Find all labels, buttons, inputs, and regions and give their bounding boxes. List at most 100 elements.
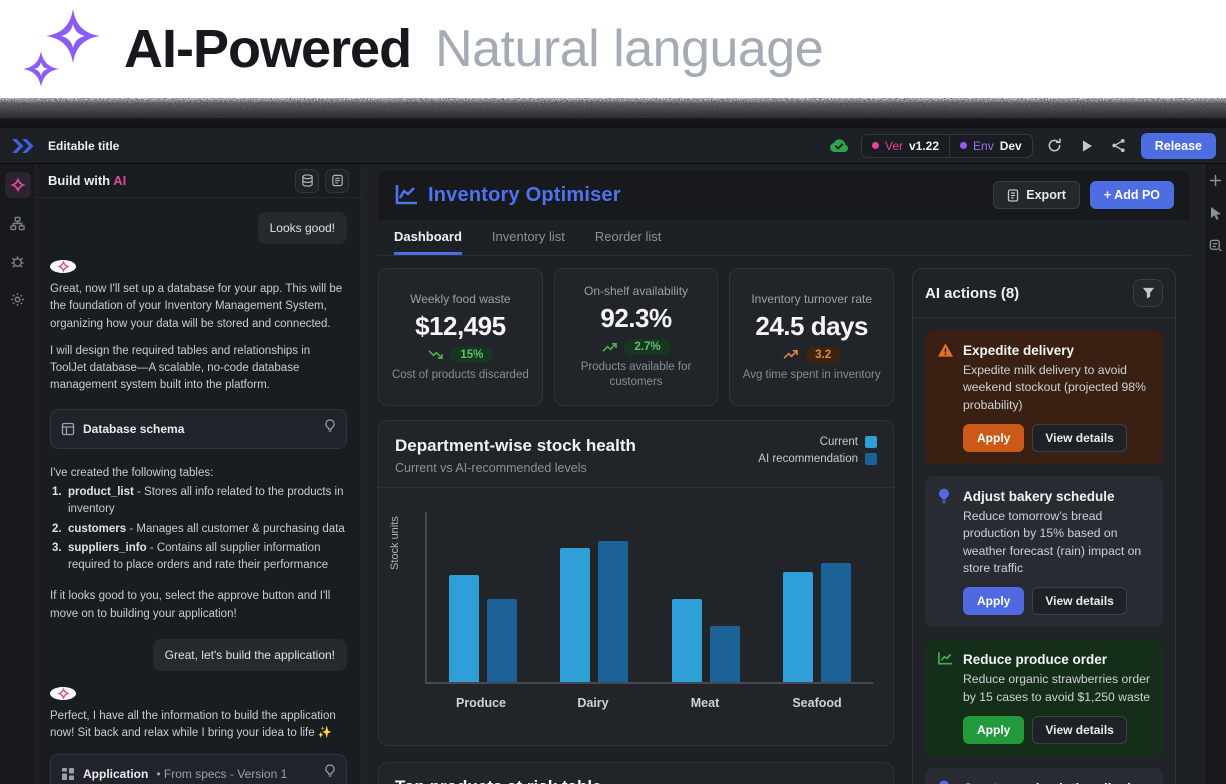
share-icon[interactable] (1109, 136, 1129, 156)
x-tick-seafood: Seafood (792, 696, 842, 710)
ai-message-paragraph: If it looks good to you, select the appr… (50, 590, 331, 620)
ai-message-paragraph: I will design the required tables and re… (50, 344, 311, 392)
ai-actions-panel: AI actions (8) Expedite delivery Expedit… (912, 268, 1176, 784)
database-schema-label: Database schema (83, 421, 185, 436)
bar-ai-recommendation-dairy (598, 540, 629, 682)
view-details-button[interactable]: View details (1032, 423, 1127, 452)
apply-button[interactable]: Apply (963, 715, 1025, 744)
kpi-badge: 3.2 (805, 346, 842, 363)
cursor-pointer-icon[interactable] (1210, 206, 1222, 225)
hero-title-bold: AI-Powered (124, 19, 412, 79)
app-title: Inventory Optimiser (428, 183, 621, 206)
hero-header: AI-Powered Natural language (0, 0, 1226, 98)
database-schema-card[interactable]: Database schema (50, 408, 347, 449)
builder-topbar: Editable title Ver v1.22 Env Dev Release (0, 128, 1226, 164)
table-list-item: 1. product_list - Stores all info related… (52, 486, 344, 516)
warning-icon (937, 343, 954, 357)
ai-actions-header: AI actions (8) (913, 269, 1175, 318)
y-axis-label: Stock units (389, 516, 401, 570)
add-po-button[interactable]: + Add PO (1089, 181, 1174, 209)
comment-note-icon[interactable] (1209, 239, 1222, 257)
x-tick-dairy: Dairy (577, 696, 609, 710)
ai-actions-list: Expedite delivery Expedite milk delivery… (913, 318, 1175, 784)
plot-area (425, 512, 873, 684)
tab-reorder-list[interactable]: Reorder list (595, 220, 661, 255)
ai-action-card-reduce-produce: Reduce produce order Reduce organic stra… (925, 639, 1163, 756)
app-canvas: Inventory Optimiser Export + Add PO Dash… (362, 164, 1204, 784)
bar-ai-recommendation-produce (486, 598, 517, 682)
ai-avatar (50, 260, 76, 273)
build-with-ai-panel: Build with AI Looks good! Great, now I'l… (36, 164, 362, 784)
release-button[interactable]: Release (1140, 132, 1216, 159)
chart-title-icon (395, 185, 417, 205)
version-value: v1.22 (909, 138, 940, 153)
export-button[interactable]: Export (993, 181, 1080, 209)
bar-group-seafood (783, 512, 852, 682)
filter-funnel-icon (1142, 287, 1154, 299)
sparkle-logo-icon (23, 9, 100, 87)
chat-panel-title: Build with AI (48, 173, 127, 188)
chart-title: Department-wise stock health (395, 436, 636, 455)
chart-header: Department-wise stock health Current vs … (379, 421, 893, 488)
env-label: Env (973, 138, 994, 153)
view-details-button[interactable]: View details (1032, 715, 1127, 744)
refresh-icon[interactable] (1045, 136, 1065, 156)
texture-transition-band (0, 98, 1226, 128)
legend-swatch (865, 436, 877, 448)
filter-button[interactable] (1133, 279, 1163, 307)
environment-cell[interactable]: Env Dev (949, 134, 1032, 157)
add-component-plus-icon[interactable] (1209, 174, 1222, 192)
ai-message-paragraph: Perfect, I have all the information to b… (50, 709, 336, 739)
x-tick-meat: Meat (690, 696, 720, 710)
debugger-bug-icon[interactable] (5, 248, 31, 274)
legend-swatch (865, 453, 877, 465)
application-card[interactable]: Application • From specs - Version 1 (50, 754, 347, 784)
kpi-card-food-waste: Weekly food waste $12,495 15% Cost of pr… (378, 268, 543, 406)
database-icon[interactable] (295, 168, 319, 193)
apply-button[interactable]: Apply (963, 587, 1025, 616)
application-card-meta: • From specs - Version 1 (156, 767, 288, 782)
user-message: Looks good! (257, 212, 347, 244)
hero-title-light: Natural language (435, 20, 824, 78)
tab-inventory-list[interactable]: Inventory list (492, 220, 565, 255)
history-notes-icon[interactable] (325, 168, 349, 193)
x-axis-labels: Produce Dairy Meat Seafood (425, 696, 873, 710)
ai-action-card-expedite-delivery: Expedite delivery Expedite milk delivery… (925, 330, 1163, 464)
cloud-deploy-status-icon (829, 138, 848, 152)
editable-title[interactable]: Editable title (48, 139, 119, 153)
build-with-ai-rail-icon[interactable] (4, 172, 31, 198)
lightbulb-icon[interactable] (324, 764, 336, 784)
ai-actions-title: AI actions (8) (925, 284, 1020, 302)
chat-message-list: Looks good! Great, now I'll set up a dat… (36, 198, 361, 784)
trend-up-icon (783, 350, 798, 359)
env-value: Dev (999, 138, 1022, 153)
legend-item-current: Current (820, 436, 877, 448)
kpi-badge: 2.7% (624, 339, 671, 356)
preview-play-icon[interactable] (1077, 136, 1097, 156)
version-dot (871, 142, 879, 149)
user-message: Great, let's build the application! (152, 638, 347, 671)
bar-ai-recommendation-seafood (821, 563, 852, 682)
table-list-item: 3. suppliers_info - Contains all supplier… (52, 541, 329, 571)
apply-button[interactable]: Apply (963, 423, 1025, 452)
version-env-selector[interactable]: Ver v1.22 Env Dev (860, 133, 1033, 158)
x-tick-produce: Produce (455, 696, 506, 710)
lightbulb-icon (939, 780, 949, 784)
bottom-table-card: Top products at risk table (378, 762, 894, 784)
bottom-card-title: Top products at risk table (395, 777, 877, 784)
view-details-button[interactable]: View details (1032, 587, 1127, 616)
pages-tree-icon[interactable] (5, 210, 31, 236)
ai-avatar (50, 686, 76, 700)
version-label: Ver (884, 138, 903, 153)
ai-action-card-meal-display: Create meal solution display Pair excess… (925, 767, 1163, 784)
app-builder-window: Editable title Ver v1.22 Env Dev Release… (0, 128, 1226, 784)
chart-plot: Stock units Produce Dairy Meat Seafood (389, 512, 873, 710)
env-dot (960, 142, 968, 149)
tab-dashboard[interactable]: Dashboard (394, 220, 462, 255)
app-grid-icon (62, 768, 74, 781)
lightbulb-icon[interactable] (324, 418, 336, 439)
version-cell[interactable]: Ver v1.22 (862, 135, 949, 157)
ai-action-card-adjust-bakery: Adjust bakery schedule Reduce tomorrow’s… (925, 475, 1163, 628)
settings-gear-icon[interactable] (5, 286, 31, 312)
right-icon-rail (1204, 164, 1226, 784)
